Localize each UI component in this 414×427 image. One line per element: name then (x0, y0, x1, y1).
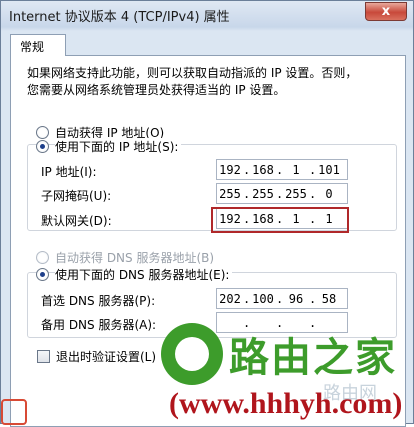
manual-ip-radio-row[interactable]: 使用下面的 IP 地址(S): (36, 138, 182, 155)
dns1-octet-1[interactable]: 202 (217, 292, 243, 306)
description-line-1: 如果网络支持此功能，则可以获取自动指派的 IP 设置。否则， (27, 66, 358, 80)
manual-dns-radio[interactable] (36, 268, 49, 281)
dns1-octet-3[interactable]: 96 (283, 292, 309, 306)
mask-octet-3[interactable]: 255 (283, 187, 309, 201)
dialog-window: Internet 协议版本 4 (TCP/IPv4) 属性 x 常规 如果网络支… (0, 0, 414, 427)
auto-dns-radio-row: 自动获得 DNS 服务器地址(B) (36, 249, 214, 266)
subnet-mask-input[interactable]: 255. 255. 255. 0 (216, 183, 348, 204)
mask-octet-2[interactable]: 255 (250, 187, 276, 201)
mask-octet-1[interactable]: 255 (217, 187, 243, 201)
auto-dns-radio (36, 251, 49, 264)
manual-dns-label: 使用下面的 DNS 服务器地址(E): (55, 266, 233, 283)
validate-on-exit-checkbox[interactable] (37, 350, 50, 363)
preferred-dns-label: 首选 DNS 服务器(P): (41, 294, 156, 308)
title-bar[interactable]: Internet 协议版本 4 (TCP/IPv4) 属性 x (1, 1, 413, 27)
manual-ip-label: 使用下面的 IP 地址(S): (55, 138, 182, 155)
ip-octet-1[interactable]: 192 (217, 163, 243, 177)
default-gateway-label: 默认网关(D): (41, 214, 112, 228)
dns1-octet-2[interactable]: 100 (250, 292, 276, 306)
mask-octet-4[interactable]: 0 (316, 187, 342, 201)
ip-address-input[interactable]: 192. 168. 1. 101 (216, 159, 348, 180)
ip-octet-3[interactable]: 1 (283, 163, 309, 177)
subnet-mask-label: 子网掩码(U): (41, 189, 112, 203)
manual-ip-radio[interactable] (36, 140, 49, 153)
alternate-dns-label: 备用 DNS 服务器(A): (41, 318, 157, 332)
validate-on-exit-row[interactable]: 退出时验证设置(L) (37, 348, 156, 365)
window-title: Internet 协议版本 4 (TCP/IPv4) 属性 (9, 10, 230, 25)
watermark-brand: 路由之家 (229, 335, 397, 381)
dns1-octet-4[interactable]: 58 (316, 292, 342, 306)
manual-dns-radio-row[interactable]: 使用下面的 DNS 服务器地址(E): (36, 266, 233, 283)
validate-on-exit-label: 退出时验证设置(L) (56, 350, 157, 364)
ip-address-label: IP 地址(I): (41, 165, 97, 179)
auto-dns-label: 自动获得 DNS 服务器地址(B) (55, 251, 215, 265)
watermark-url: (www.hhhyh.com) (169, 387, 403, 420)
preferred-dns-input[interactable]: 202. 100. 96. 58 (216, 288, 348, 309)
watermark-logo: 路由之家 (161, 323, 397, 385)
ip-octet-2[interactable]: 168 (250, 163, 276, 177)
watermark-corner-logo (1, 399, 27, 425)
ip-octet-4[interactable]: 101 (316, 163, 342, 177)
gateway-highlight-box (211, 207, 349, 233)
tab-general[interactable]: 常规 (10, 34, 66, 56)
close-button[interactable]: x (365, 2, 407, 21)
description-text: 如果网络支持此功能，则可以获取自动指派的 IP 设置。否则， 您需要从网络系统管… (27, 65, 399, 99)
watermark-circle-icon (161, 323, 223, 385)
description-line-2: 您需要从网络系统管理员处获得适当的 IP 设置。 (27, 83, 286, 97)
